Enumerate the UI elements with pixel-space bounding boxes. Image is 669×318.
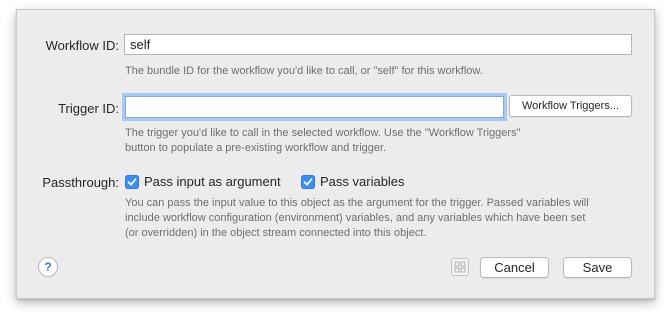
passthrough-help-line-3: (or overridden) in the object stream con…: [125, 227, 427, 239]
trigger-id-label: Trigger ID:: [58, 101, 119, 116]
trigger-id-field[interactable]: [125, 96, 504, 118]
pass-variables-checkbox[interactable]: Pass variables: [301, 174, 405, 189]
help-icon[interactable]: ?: [38, 257, 58, 277]
pass-input-label: Pass input as argument: [144, 174, 281, 189]
passthrough-label: Passthrough:: [42, 175, 119, 190]
workflow-id-help: The bundle ID for the workflow you'd lik…: [125, 65, 483, 77]
workflow-id-field[interactable]: [124, 34, 632, 55]
workflow-id-label: Workflow ID:: [45, 38, 119, 53]
trigger-id-help-line-1: The trigger you'd like to call in the se…: [125, 127, 521, 139]
passthrough-help-line-2: include workflow configuration (environm…: [125, 212, 586, 224]
trigger-config-sheet: Workflow ID: The bundle ID for the workf…: [16, 9, 655, 299]
pass-variables-label: Pass variables: [320, 174, 405, 189]
grid-icon[interactable]: [451, 258, 469, 276]
workflow-triggers-button[interactable]: Workflow Triggers...: [509, 95, 632, 117]
checkmark-icon: [125, 174, 139, 189]
save-button[interactable]: Save: [563, 257, 632, 278]
pass-input-checkbox[interactable]: Pass input as argument: [125, 174, 281, 189]
checkmark-icon: [301, 174, 315, 189]
passthrough-help-line-1: You can pass the input value to this obj…: [125, 197, 589, 209]
trigger-id-help-line-2: button to populate a pre-existing workfl…: [125, 142, 387, 154]
cancel-button[interactable]: Cancel: [480, 257, 549, 278]
